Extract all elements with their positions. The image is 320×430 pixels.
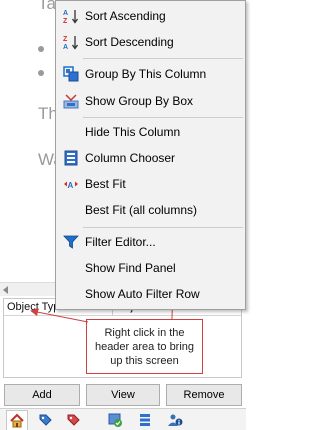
group-by-box-icon: [63, 94, 79, 109]
callout-note: Right click in the header area to bring …: [86, 319, 203, 374]
menu-item-sort-ascending[interactable]: A Z Sort Ascending: [56, 4, 245, 28]
menu-item-show-group-by-box[interactable]: Show Group By Box: [56, 89, 245, 113]
filter-icon: [63, 235, 79, 249]
menu-item-filter-editor[interactable]: Filter Editor...: [56, 230, 245, 254]
tab-red-tag[interactable]: [62, 410, 84, 430]
column-chooser-icon: [64, 150, 78, 166]
svg-text:A: A: [68, 181, 74, 190]
tab-list[interactable]: [134, 410, 156, 430]
add-button[interactable]: Add: [4, 384, 80, 406]
menu-item-show-find-panel[interactable]: Show Find Panel: [56, 256, 245, 280]
menu-separator: [83, 58, 243, 59]
menu-separator: [83, 227, 243, 228]
group-by-column-icon: [63, 66, 79, 82]
menu-label: Show Group By Box: [85, 94, 194, 108]
tab-check[interactable]: [104, 410, 126, 430]
menu-item-group-by-column[interactable]: Group By This Column: [56, 62, 245, 86]
svg-text:Z: Z: [63, 18, 68, 24]
home-icon: [10, 413, 24, 427]
svg-text:Z: Z: [63, 36, 68, 43]
menu-label: Sort Ascending: [85, 9, 166, 23]
tag-red-icon: [67, 414, 80, 426]
sort-ascending-icon: A Z: [63, 10, 79, 24]
view-button[interactable]: View: [86, 384, 160, 406]
people-icon: [168, 414, 183, 426]
menu-label: Show Find Panel: [85, 261, 176, 275]
scroll-left-icon[interactable]: [3, 286, 8, 294]
tab-strip: [0, 408, 246, 430]
bullet-point: [38, 46, 44, 52]
tab-people[interactable]: [164, 410, 186, 430]
menu-label: Best Fit: [85, 177, 126, 191]
svg-text:A: A: [63, 10, 68, 17]
tag-blue-icon: [39, 414, 52, 426]
list-icon: [140, 414, 150, 426]
menu-item-best-fit[interactable]: A Best Fit: [56, 172, 245, 196]
tab-home[interactable]: [6, 410, 28, 430]
callout-text: Right click in the header area to bring …: [94, 326, 195, 367]
menu-item-column-chooser[interactable]: Column Chooser: [56, 146, 245, 170]
check-tab-icon: [108, 413, 122, 427]
menu-label: Best Fit (all columns): [85, 203, 198, 217]
menu-separator: [83, 117, 243, 118]
menu-label: Group By This Column: [85, 67, 207, 81]
bullet-point: [38, 70, 44, 76]
menu-label: Hide This Column: [85, 125, 181, 139]
best-fit-icon: A: [64, 181, 78, 190]
column-context-menu: A Z Sort Ascending Z A Sort Descending G…: [55, 0, 246, 310]
tab-blue-tag[interactable]: [34, 410, 56, 430]
menu-item-sort-descending[interactable]: Z A Sort Descending: [56, 30, 245, 54]
menu-label: Filter Editor...: [85, 235, 156, 249]
menu-item-best-fit-all[interactable]: Best Fit (all columns): [56, 198, 245, 222]
svg-text:A: A: [63, 44, 68, 50]
sort-descending-icon: Z A: [63, 36, 79, 50]
menu-label: Column Chooser: [85, 151, 176, 165]
menu-item-hide-column[interactable]: Hide This Column: [56, 120, 245, 144]
menu-label: Sort Descending: [85, 35, 174, 49]
menu-label: Show Auto Filter Row: [85, 287, 200, 301]
remove-button[interactable]: Remove: [166, 384, 242, 406]
menu-item-show-auto-filter-row[interactable]: Show Auto Filter Row: [56, 282, 245, 306]
